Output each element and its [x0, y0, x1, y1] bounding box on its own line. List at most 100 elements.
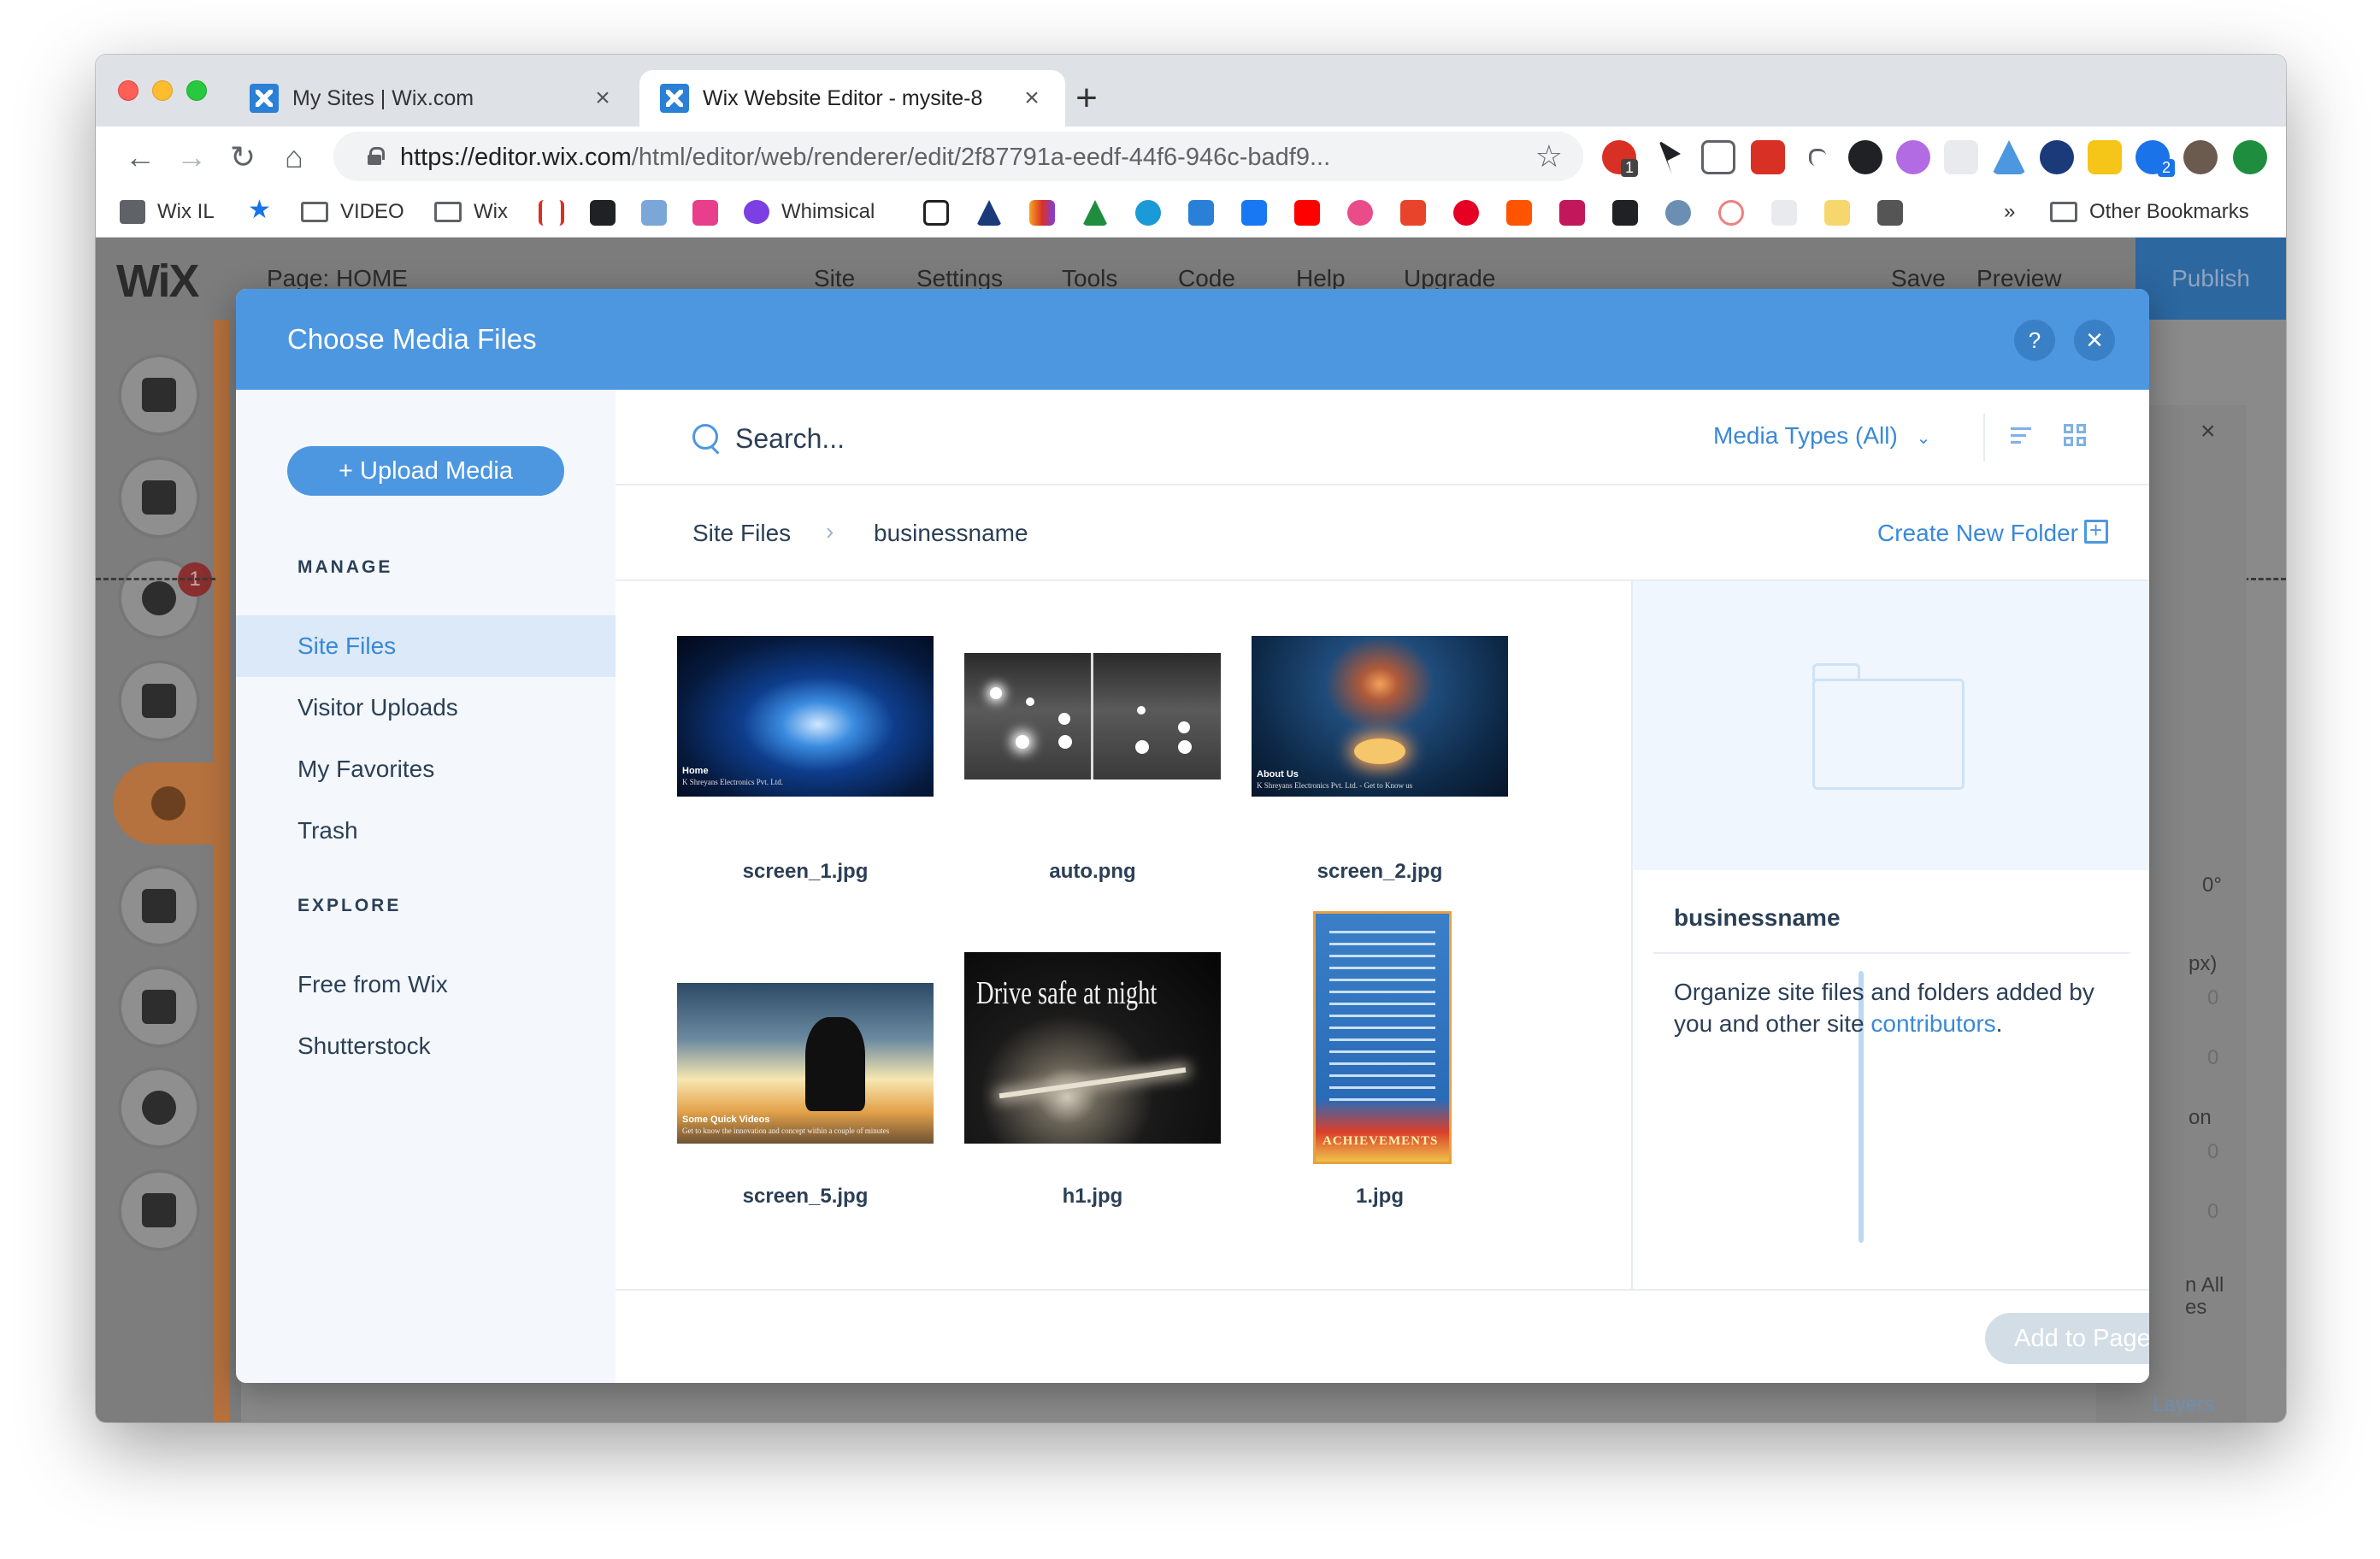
extension-tools-icon[interactable]: [1944, 140, 1978, 174]
bookmark-black-icon[interactable]: [590, 200, 616, 226]
youtube-icon[interactable]: [1294, 200, 1320, 226]
tab-close-icon[interactable]: ×: [1019, 84, 1045, 113]
editor-gridline: [96, 578, 215, 580]
sidebar-item-shutterstock[interactable]: Shutterstock: [236, 1015, 616, 1077]
facebook-icon[interactable]: [1241, 200, 1267, 226]
forward-icon[interactable]: →: [171, 137, 212, 178]
extension-move-icon[interactable]: [1809, 149, 1826, 166]
bookings-calendar-icon[interactable]: [118, 1169, 200, 1251]
pen-glyph: [142, 889, 176, 923]
bookmark-outline-icon[interactable]: [923, 200, 949, 226]
extension-red-icon[interactable]: [1751, 140, 1785, 174]
bookmark-other-bookmarks[interactable]: Other Bookmarks: [2050, 198, 2249, 226]
bookmark-circle-icon[interactable]: [1135, 200, 1161, 226]
bookmark-globe-icon[interactable]: [1665, 200, 1691, 226]
extension-cursor-icon[interactable]: [1658, 140, 1681, 174]
inspector-value: 0: [2207, 1046, 2219, 1069]
layers-button[interactable]: Layers: [2153, 1393, 2214, 1417]
extension-download-icon[interactable]: [2040, 140, 2074, 174]
pinterest-icon[interactable]: [1453, 200, 1479, 226]
close-button[interactable]: ×: [2074, 320, 2115, 361]
store-bag-icon[interactable]: [118, 966, 200, 1048]
sidebar-item-visitor-uploads[interactable]: Visitor Uploads: [236, 677, 616, 738]
tab-wix-editor[interactable]: Wix Website Editor - mysite-8 ×: [639, 70, 1065, 126]
media-tile[interactable]: Drive safe at night h1.jpg: [964, 952, 1221, 1265]
pages-icon[interactable]: [118, 354, 200, 436]
file-name: screen_1.jpg: [742, 860, 869, 883]
bookmark-red-icon[interactable]: [1400, 200, 1426, 226]
extension-dark-icon[interactable]: [1848, 140, 1882, 174]
upload-media-button[interactable]: + Upload Media: [287, 446, 564, 496]
bookmark-figure-icon[interactable]: [976, 200, 1002, 226]
wix-bookmark-icon[interactable]: [1188, 200, 1214, 226]
contributors-link[interactable]: contributors: [1870, 1010, 1995, 1037]
grid-view-icon[interactable]: [2062, 422, 2091, 451]
home-icon[interactable]: ⌂: [274, 137, 315, 178]
background-glyph: [142, 480, 176, 515]
bookmark-blue-icon[interactable]: [641, 200, 667, 226]
extension-arrow-icon[interactable]: [1992, 140, 2026, 174]
bookmark-ux-icon[interactable]: [1824, 200, 1850, 226]
sidebar-item-site-files[interactable]: Site Files: [236, 615, 616, 677]
media-upload-icon[interactable]: [113, 762, 224, 844]
media-tile[interactable]: About Us K Shreyans Electronics Pvt. Ltd…: [1252, 636, 1508, 944]
sidebar-item-free-from-wix[interactable]: Free from Wix: [236, 954, 616, 1015]
media-tile[interactable]: auto.png: [964, 636, 1221, 944]
extension-screenshot-icon[interactable]: [1701, 140, 1735, 174]
media-tile[interactable]: Some Quick Videos Get to know the innova…: [677, 957, 934, 1265]
apps-icon[interactable]: [118, 660, 200, 742]
search-input[interactable]: [735, 417, 1351, 460]
window-minimize-button[interactable]: [152, 80, 173, 101]
bookmark-light-icon[interactable]: [1771, 200, 1797, 226]
address-bar[interactable]: https://editor.wix.com/html/editor/web/r…: [333, 132, 1583, 181]
window-maximize-button[interactable]: [186, 80, 207, 101]
publish-button[interactable]: Publish: [2136, 238, 2286, 320]
bookmark-ring-icon[interactable]: [1718, 200, 1744, 226]
inspector-close-icon[interactable]: ×: [2200, 417, 2216, 446]
window-close-button[interactable]: [118, 80, 138, 101]
new-tab-button[interactable]: +: [1063, 75, 1110, 121]
info-divider: [1653, 952, 2130, 954]
bookmark-folder-wix[interactable]: Wix: [434, 198, 508, 226]
media-tile[interactable]: Home K Shreyans Electronics Pvt. Ltd. sc…: [677, 636, 934, 944]
bookmark-wix-il[interactable]: Wix IL: [120, 198, 215, 226]
tab-my-sites[interactable]: My Sites | Wix.com ×: [229, 70, 636, 126]
media-tile[interactable]: ACHIEVEMENTS 1.jpg: [1252, 911, 1508, 1265]
bookmark-whimsical[interactable]: Whimsical: [744, 198, 875, 226]
bookmark-magenta-icon[interactable]: [1559, 200, 1585, 226]
extension-wix-icon[interactable]: [2088, 140, 2122, 174]
media-types-dropdown[interactable]: Media Types (All) ⌄: [1713, 422, 1930, 450]
tab-close-icon[interactable]: ×: [590, 84, 616, 113]
inspector-show-all[interactable]: n All: [2185, 1274, 2224, 1297]
soundcloud-icon[interactable]: [1506, 200, 1532, 226]
bookmark-gradient-icon[interactable]: [1029, 200, 1055, 226]
extension-purple-icon[interactable]: [1896, 140, 1930, 174]
update-icon[interactable]: [2233, 140, 2267, 174]
bookmarks-overflow[interactable]: »: [2004, 198, 2015, 226]
blog-pen-icon[interactable]: [118, 865, 200, 947]
help-button[interactable]: ?: [2014, 320, 2055, 361]
chat-icon[interactable]: [118, 1067, 200, 1149]
dribbble-icon[interactable]: [1347, 200, 1373, 226]
bookmark-star-icon[interactable]: ★: [248, 195, 274, 224]
add-to-page-button[interactable]: Add to Page: [1985, 1313, 2149, 1364]
thumbnail-traffic: [964, 653, 1221, 780]
gmail-icon[interactable]: [539, 200, 564, 226]
invision-icon[interactable]: [692, 200, 718, 226]
file-name: screen_5.jpg: [742, 1185, 869, 1208]
sort-icon[interactable]: [2009, 422, 2038, 451]
bookmark-grid-icon[interactable]: [1612, 200, 1638, 226]
tab-title: Wix Website Editor - mysite-8: [703, 85, 983, 110]
profile-avatar[interactable]: [2183, 140, 2218, 174]
breadcrumb-site-files[interactable]: Site Files: [692, 520, 791, 547]
sidebar-item-trash[interactable]: Trash: [236, 800, 616, 862]
back-icon[interactable]: ←: [120, 137, 161, 178]
bookmark-star-icon[interactable]: ☆: [1535, 138, 1563, 174]
bookmark-photo-icon[interactable]: [1877, 200, 1903, 226]
create-new-folder-button[interactable]: Create New Folder: [1877, 520, 2078, 547]
google-drive-icon[interactable]: [1082, 200, 1108, 226]
reload-icon[interactable]: ↻: [222, 137, 263, 178]
background-icon[interactable]: [118, 456, 200, 538]
bookmark-folder-video[interactable]: VIDEO: [301, 198, 404, 226]
sidebar-item-my-favorites[interactable]: My Favorites: [236, 738, 616, 800]
